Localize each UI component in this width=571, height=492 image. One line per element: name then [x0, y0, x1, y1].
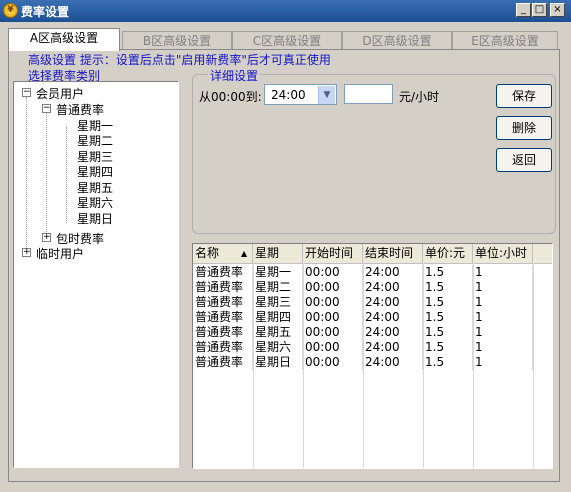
- cell-name: 普通费率: [193, 325, 253, 340]
- cell-start-time: 00:00: [303, 295, 363, 310]
- cell-name: 普通费率: [193, 265, 253, 280]
- cell-name: 普通费率: [193, 280, 253, 295]
- collapse-icon[interactable]: −: [22, 88, 31, 97]
- delete-button[interactable]: 删除: [496, 116, 552, 140]
- table-row[interactable]: 普通费率 星期六 00:00 24:00 1.5 1: [193, 340, 552, 355]
- table-row[interactable]: 普通费率 星期四 00:00 24:00 1.5 1: [193, 310, 552, 325]
- tree-line: [26, 97, 27, 249]
- tree-node-day[interactable]: 星期六: [77, 194, 113, 211]
- tree-line: [66, 127, 67, 223]
- column-header-unit-price[interactable]: 单价:元: [423, 244, 473, 263]
- close-button[interactable]: ×: [550, 3, 565, 17]
- window-title: 费率设置: [21, 5, 70, 19]
- cell-weekday: 星期二: [253, 280, 303, 295]
- maximize-button[interactable]: □: [532, 3, 547, 17]
- cell-unit-hours: 1: [473, 355, 533, 370]
- column-header-start-time[interactable]: 开始时间: [303, 244, 363, 263]
- tab-d[interactable]: D区高级设置: [342, 31, 452, 50]
- cell-name: 普通费率: [193, 310, 253, 325]
- from-label: 从00:00到:: [199, 90, 262, 104]
- rate-table[interactable]: 名称 ▲ 星期 开始时间 结束时间 单价:元 单位:小时 普通费率 星期一 00…: [192, 243, 553, 469]
- tree-node-day[interactable]: 星期日: [77, 210, 113, 227]
- cell-start-time: 00:00: [303, 265, 363, 280]
- cell-unit-hours: 1: [473, 325, 533, 340]
- hint-text: 高级设置 提示：设置后点击"启用新费率"后才可真正使用: [28, 53, 331, 67]
- chevron-down-icon[interactable]: ▼: [318, 86, 335, 104]
- back-button[interactable]: 返回: [496, 148, 552, 172]
- cell-start-time: 00:00: [303, 310, 363, 325]
- tree-line: [46, 113, 47, 234]
- cell-end-time: 24:00: [363, 295, 423, 310]
- cell-unit-price: 1.5: [423, 310, 473, 325]
- cell-weekday: 星期四: [253, 310, 303, 325]
- cell-unit-price: 1.5: [423, 265, 473, 280]
- sort-ascending-icon: ▲: [241, 249, 248, 258]
- column-header-name[interactable]: 名称 ▲: [193, 244, 253, 263]
- app-icon: ¥: [3, 3, 18, 18]
- cell-weekday: 星期一: [253, 265, 303, 280]
- cell-unit-hours: 1: [473, 340, 533, 355]
- table-row[interactable]: 普通费率 星期三 00:00 24:00 1.5 1: [193, 295, 552, 310]
- cell-unit-price: 1.5: [423, 280, 473, 295]
- cell-name: 普通费率: [193, 355, 253, 370]
- tree-node-normal-rate[interactable]: 普通费率: [56, 101, 104, 118]
- tree-node-day[interactable]: 星期四: [77, 163, 113, 180]
- detail-settings-legend: 详细设置: [208, 67, 261, 84]
- cell-unit-hours: 1: [473, 265, 533, 280]
- table-row[interactable]: 普通费率 星期日 00:00 24:00 1.5 1: [193, 355, 552, 370]
- cell-start-time: 00:00: [303, 325, 363, 340]
- cell-unit-price: 1.5: [423, 295, 473, 310]
- cell-weekday: 星期三: [253, 295, 303, 310]
- cell-unit-price: 1.5: [423, 340, 473, 355]
- cell-start-time: 00:00: [303, 340, 363, 355]
- tree-node-member[interactable]: 会员用户: [36, 85, 84, 102]
- cell-unit-price: 1.5: [423, 325, 473, 340]
- cell-unit-hours: 1: [473, 295, 533, 310]
- table-row[interactable]: 普通费率 星期二 00:00 24:00 1.5 1: [193, 280, 552, 295]
- cell-end-time: 24:00: [363, 355, 423, 370]
- tab-a[interactable]: A区高级设置: [8, 28, 120, 51]
- cell-end-time: 24:00: [363, 265, 423, 280]
- end-time-value: 24:00: [271, 88, 306, 102]
- cell-unit-hours: 1: [473, 310, 533, 325]
- column-header-unit-hours[interactable]: 单位:小时: [473, 244, 533, 263]
- cell-end-time: 24:00: [363, 280, 423, 295]
- collapse-icon[interactable]: −: [42, 104, 51, 113]
- cell-weekday: 星期日: [253, 355, 303, 370]
- cell-weekday: 星期五: [253, 325, 303, 340]
- expand-icon[interactable]: +: [42, 233, 51, 242]
- cell-unit-price: 1.5: [423, 355, 473, 370]
- tab-c[interactable]: C区高级设置: [232, 31, 342, 50]
- cell-name: 普通费率: [193, 340, 253, 355]
- column-header-end-time[interactable]: 结束时间: [363, 244, 423, 263]
- price-input[interactable]: [344, 84, 393, 104]
- title-bar[interactable]: ¥ 费率设置 _ □ ×: [0, 0, 571, 22]
- cell-name: 普通费率: [193, 295, 253, 310]
- table-header: 名称 ▲ 星期 开始时间 结束时间 单价:元 单位:小时: [193, 244, 552, 264]
- table-row[interactable]: 普通费率 星期五 00:00 24:00 1.5 1: [193, 325, 552, 340]
- minimize-button[interactable]: _: [516, 3, 531, 17]
- cell-weekday: 星期六: [253, 340, 303, 355]
- cell-end-time: 24:00: [363, 340, 423, 355]
- cell-start-time: 00:00: [303, 355, 363, 370]
- tree-node-day[interactable]: 星期二: [77, 132, 113, 149]
- cell-unit-hours: 1: [473, 280, 533, 295]
- tab-b[interactable]: B区高级设置: [122, 31, 232, 50]
- tab-strip: A区高级设置 B区高级设置 C区高级设置 D区高级设置 E区高级设置: [8, 28, 560, 51]
- end-time-select[interactable]: 24:00 ▼: [264, 84, 337, 105]
- tree-node-temp-user[interactable]: 临时用户: [36, 245, 84, 262]
- expand-icon[interactable]: +: [22, 248, 31, 257]
- cell-end-time: 24:00: [363, 325, 423, 340]
- column-header-weekday[interactable]: 星期: [253, 244, 303, 263]
- cell-start-time: 00:00: [303, 280, 363, 295]
- cell-end-time: 24:00: [363, 310, 423, 325]
- save-button[interactable]: 保存: [496, 84, 552, 108]
- table-row[interactable]: 普通费率 星期一 00:00 24:00 1.5 1: [193, 265, 552, 280]
- tab-e[interactable]: E区高级设置: [452, 31, 558, 50]
- unit-label: 元/小时: [399, 90, 440, 104]
- column-header-label: 名称: [195, 246, 220, 260]
- rate-category-tree[interactable]: − 会员用户 − 普通费率 星期一 星期二 星期三 星期四 星期五 星期六 星期…: [13, 81, 179, 468]
